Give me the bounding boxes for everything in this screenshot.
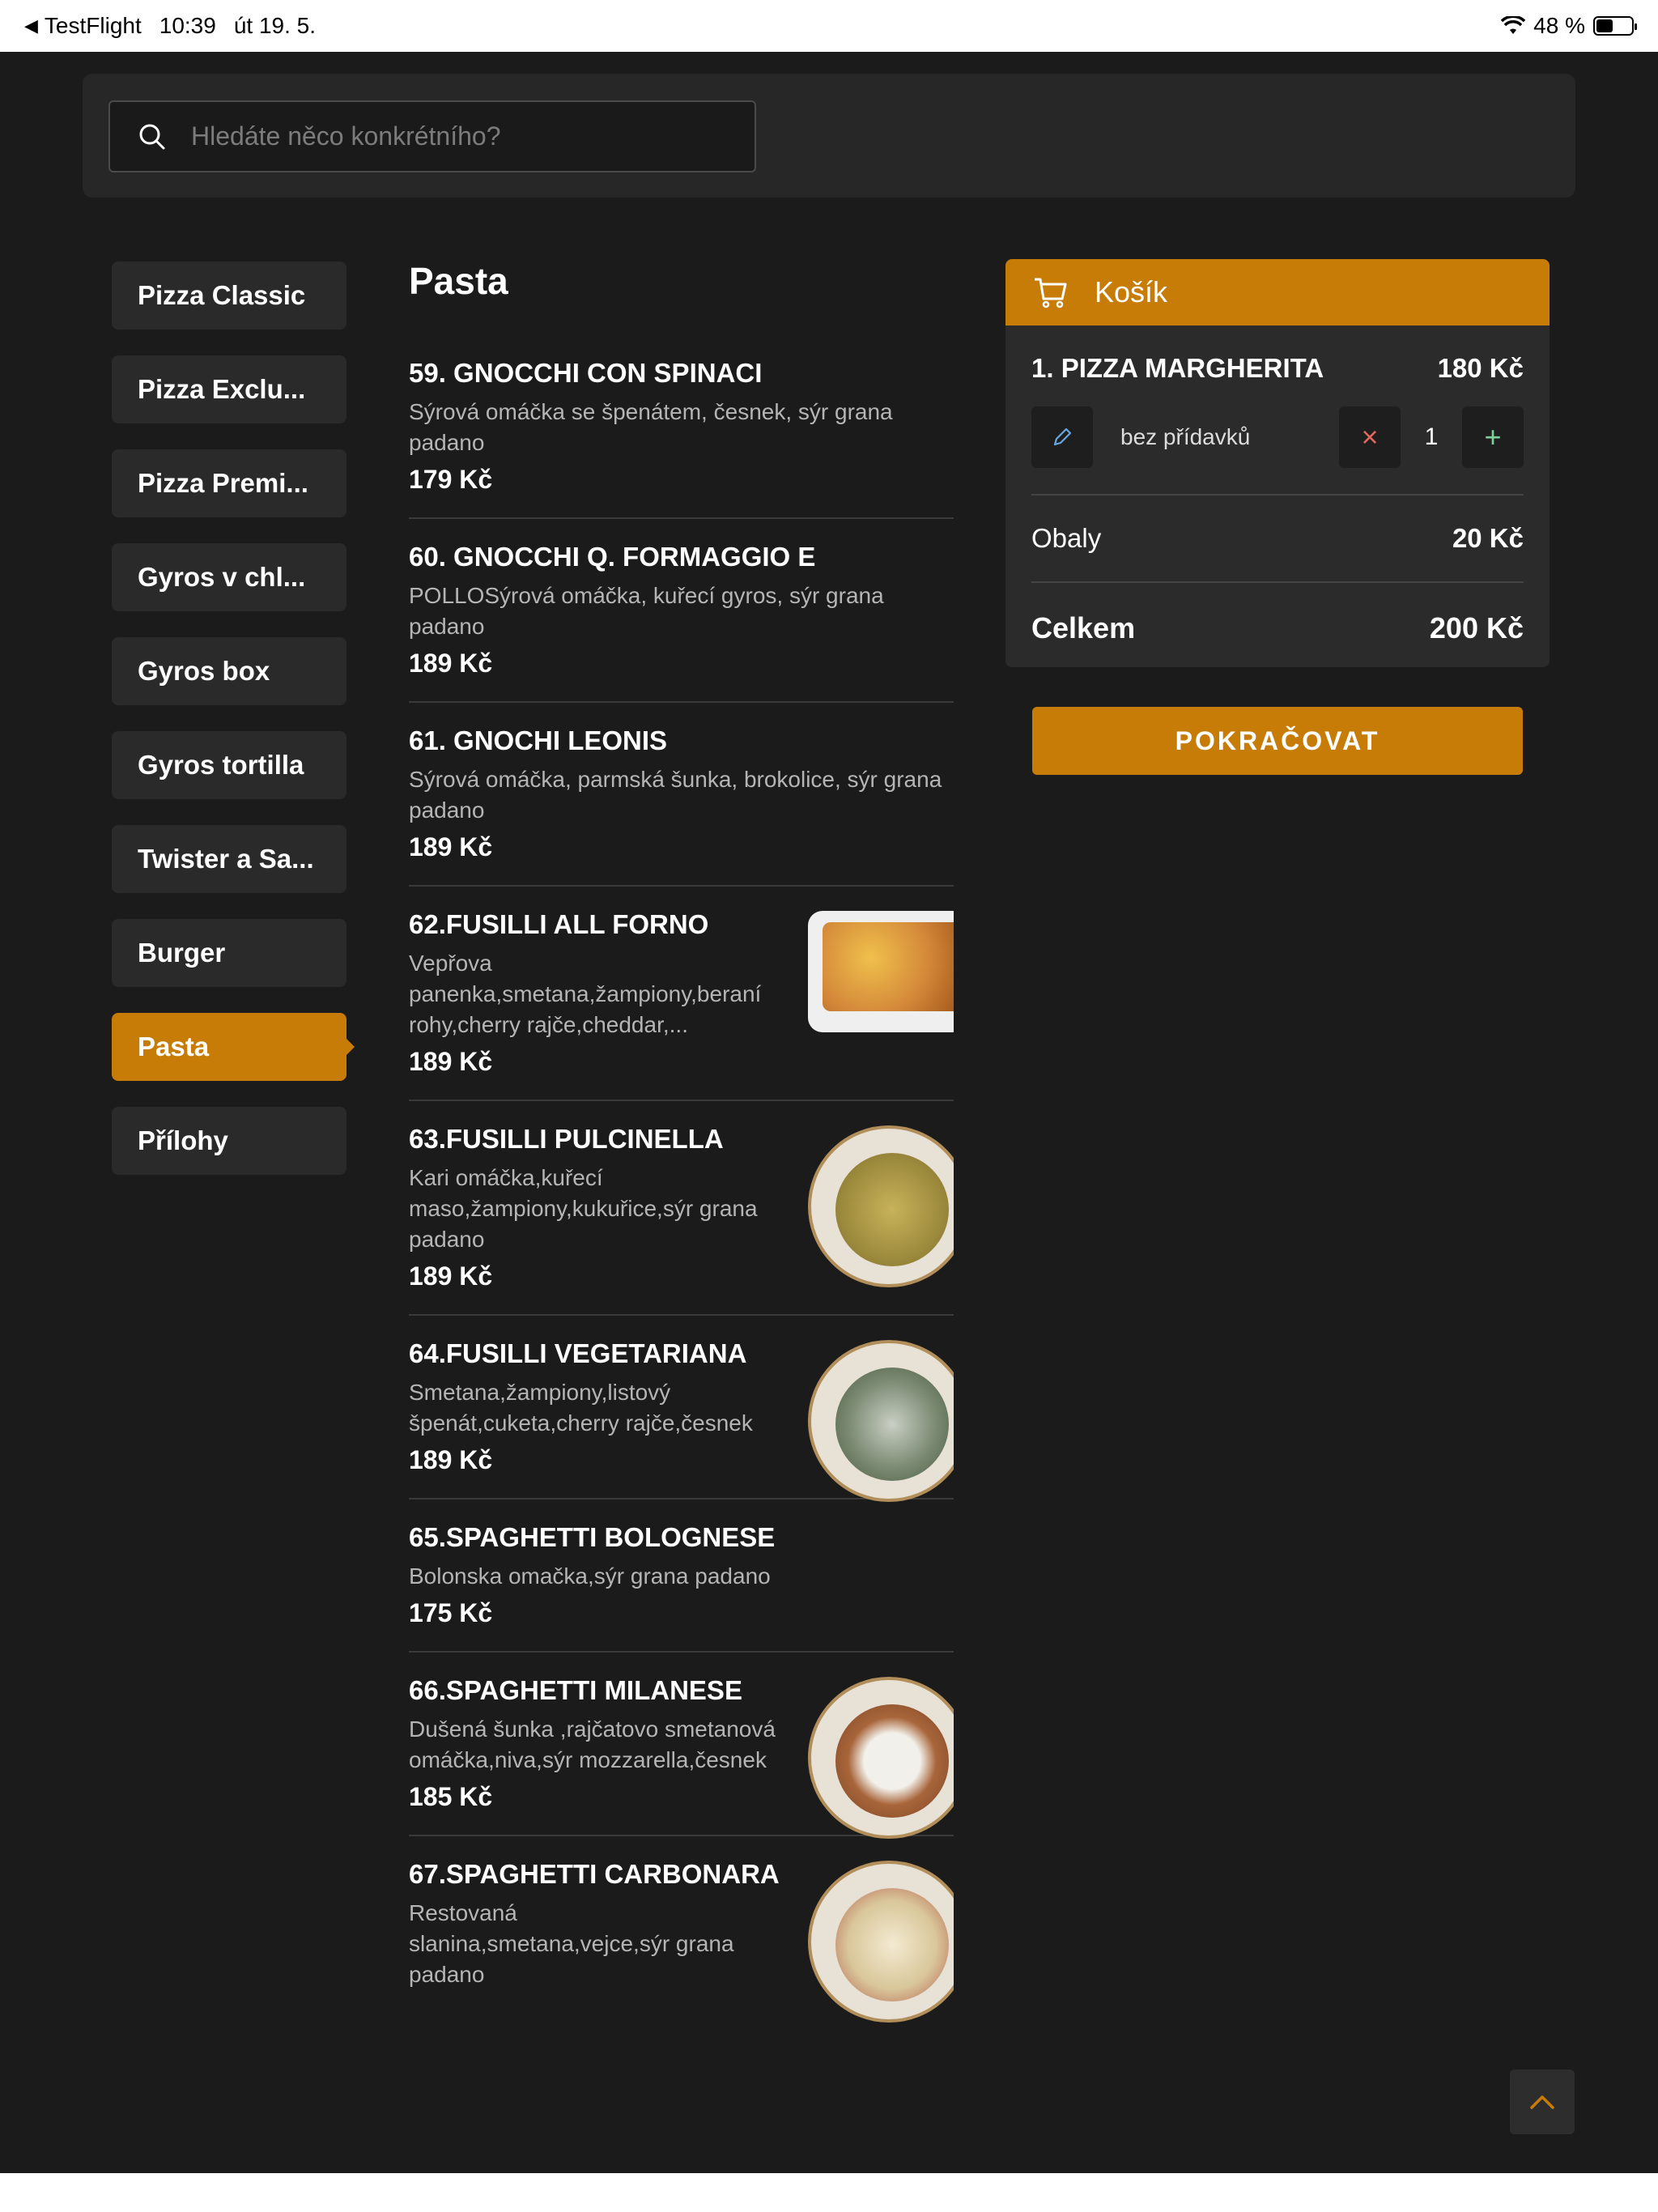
- date: út 19. 5.: [233, 13, 317, 38]
- item-description: Vepřova panenka,smetana,žampiony,beraní …: [409, 951, 762, 1037]
- item-description: Restovaná slanina,smetana,vejce,sýr gran…: [409, 1900, 734, 1987]
- item-name: 66.SPAGHETTI MILANESE: [409, 1675, 742, 1705]
- item-name: 62.FUSILLI ALL FORNO: [409, 909, 709, 939]
- menu-item[interactable]: 61. GNOCHI LEONIS Sýrová omáčka, parmská…: [409, 703, 954, 887]
- category-gyros-box[interactable]: Gyros box: [112, 637, 346, 705]
- cart-item-price: 180 Kč: [1437, 353, 1524, 383]
- item-price: 179 Kč: [409, 465, 493, 494]
- item-name: 61. GNOCHI LEONIS: [409, 725, 668, 755]
- section-title: Pasta: [409, 260, 508, 302]
- menu-item[interactable]: 64.FUSILLI VEGETARIANA Smetana,žampiony,…: [409, 1316, 954, 1502]
- cart-icon: [1035, 278, 1067, 308]
- menu-item[interactable]: 67.SPAGHETTI CARBONARA Restovaná slanina…: [409, 1836, 954, 2023]
- battery-percent: 48 %: [1533, 13, 1585, 38]
- packaging-label: Obaly: [1031, 523, 1102, 553]
- item-description: Sýrová omáčka se špenátem, česnek, sýr g…: [409, 399, 893, 455]
- total-value: 200 Kč: [1429, 611, 1524, 644]
- menu-item[interactable]: 63.FUSILLI PULCINELLA Kari omáčka,kuřecí…: [409, 1101, 954, 1316]
- dish-photo: [808, 911, 954, 1032]
- menu-list: Pasta 59. GNOCCHI CON SPINACI Sýrová omá…: [409, 259, 954, 2170]
- scroll-to-top-button[interactable]: [1510, 2069, 1575, 2134]
- item-name: 64.FUSILLI VEGETARIANA: [409, 1338, 747, 1368]
- category-burger[interactable]: Burger: [112, 919, 346, 987]
- dish-photo: [808, 1340, 954, 1502]
- item-price: 189 Kč: [409, 832, 493, 861]
- category-twister[interactable]: Twister a Sa...: [112, 825, 346, 893]
- item-description: POLLOSýrová omáčka, kuřecí gyros, sýr gr…: [409, 583, 884, 639]
- pencil-icon: [1053, 428, 1072, 446]
- cart-header: Košík: [1005, 259, 1550, 325]
- edit-item-button[interactable]: [1031, 406, 1093, 468]
- item-name: 65.SPAGHETTI BOLOGNESE: [409, 1522, 776, 1552]
- remove-item-button[interactable]: ×: [1339, 406, 1401, 468]
- cart-title: Košík: [1095, 275, 1168, 308]
- dish-photo: [808, 1861, 954, 2023]
- category-sidebar: Pizza Classic Pizza Exclu... Pizza Premi…: [112, 262, 355, 1201]
- plus-icon: +: [1484, 420, 1502, 453]
- category-sides[interactable]: Přílohy: [112, 1107, 346, 1175]
- item-description: Kari omáčka,kuřecí maso,žampiony,kukuřic…: [409, 1165, 758, 1252]
- item-description: Bolonska omačka,sýr grana padano: [409, 1563, 771, 1589]
- cart-item-name: 1. PIZZA MARGHERITA: [1031, 353, 1324, 383]
- quantity-value: 1: [1424, 423, 1439, 450]
- search-icon: [139, 124, 165, 149]
- item-price: 189 Kč: [409, 1047, 493, 1076]
- clock: 10:39: [159, 13, 216, 38]
- bottom-safe-area: [0, 2173, 1658, 2212]
- cart-panel: Košík 1. PIZZA MARGHERITA 180 Kč bez pří…: [1005, 259, 1550, 667]
- item-price: 189 Kč: [409, 1445, 493, 1474]
- cart-item-note: bez přídavků: [1120, 424, 1251, 449]
- item-description: Smetana,žampiony,listový špenát,cuketa,c…: [409, 1380, 753, 1436]
- packaging-value: 20 Kč: [1452, 523, 1524, 553]
- back-app-label[interactable]: TestFlight: [45, 13, 142, 39]
- dish-photo: [808, 1125, 954, 1287]
- battery-icon: [1593, 16, 1637, 36]
- category-pizza-classic[interactable]: Pizza Classic: [112, 262, 346, 330]
- dish-photo: [808, 1677, 954, 1839]
- packaging-row: Obaly 20 Kč: [1031, 496, 1524, 581]
- item-price: 175 Kč: [409, 1598, 493, 1627]
- chevron-up-icon: [1530, 2095, 1554, 2109]
- item-name: 63.FUSILLI PULCINELLA: [409, 1124, 724, 1154]
- category-pasta[interactable]: Pasta: [112, 1013, 355, 1081]
- category-gyros-bread[interactable]: Gyros v chl...: [112, 543, 346, 611]
- item-name: 59. GNOCCHI CON SPINACI: [409, 358, 763, 388]
- status-bar: ◀ TestFlight 10:39 út 19. 5. 48 %: [0, 0, 1658, 52]
- item-description: Dušená šunka ,rajčatovo smetanová omáčka…: [409, 1716, 776, 1772]
- total-row: Celkem 200 Kč: [1031, 583, 1524, 667]
- increase-quantity-button[interactable]: +: [1462, 406, 1524, 468]
- item-price: 185 Kč: [409, 1782, 493, 1811]
- continue-button[interactable]: POKRAČOVAT: [1032, 707, 1523, 775]
- close-icon: ×: [1361, 420, 1379, 453]
- cart-item: 1. PIZZA MARGHERITA 180 Kč: [1031, 353, 1524, 384]
- category-gyros-tortilla[interactable]: Gyros tortilla: [112, 731, 346, 799]
- item-price: 189 Kč: [409, 649, 493, 678]
- menu-item[interactable]: 66.SPAGHETTI MILANESE Dušená šunka ,rajč…: [409, 1653, 954, 1839]
- category-pizza-premium[interactable]: Pizza Premi...: [112, 449, 346, 517]
- category-pizza-exclusive[interactable]: Pizza Exclu...: [112, 355, 346, 423]
- item-name: 60. GNOCCHI Q. FORMAGGIO E: [409, 542, 816, 572]
- back-arrow-icon[interactable]: ◀: [24, 15, 38, 36]
- menu-item[interactable]: 65.SPAGHETTI BOLOGNESE Bolonska omačka,s…: [409, 1499, 954, 1653]
- item-description: Sýrová omáčka, parmská šunka, brokolice,…: [409, 767, 942, 823]
- total-label: Celkem: [1031, 611, 1136, 644]
- search-panel: [83, 74, 1575, 198]
- search-field[interactable]: [108, 100, 756, 172]
- item-name: 67.SPAGHETTI CARBONARA: [409, 1859, 780, 1889]
- menu-item[interactable]: 62.FUSILLI ALL FORNO Vepřova panenka,sme…: [409, 887, 954, 1101]
- item-price: 189 Kč: [409, 1261, 493, 1291]
- menu-item[interactable]: 60. GNOCCHI Q. FORMAGGIO E POLLOSýrová o…: [409, 519, 954, 703]
- wifi-icon: [1501, 16, 1526, 34]
- menu-item[interactable]: 59. GNOCCHI CON SPINACI Sýrová omáčka se…: [409, 335, 954, 519]
- search-input[interactable]: [191, 121, 709, 151]
